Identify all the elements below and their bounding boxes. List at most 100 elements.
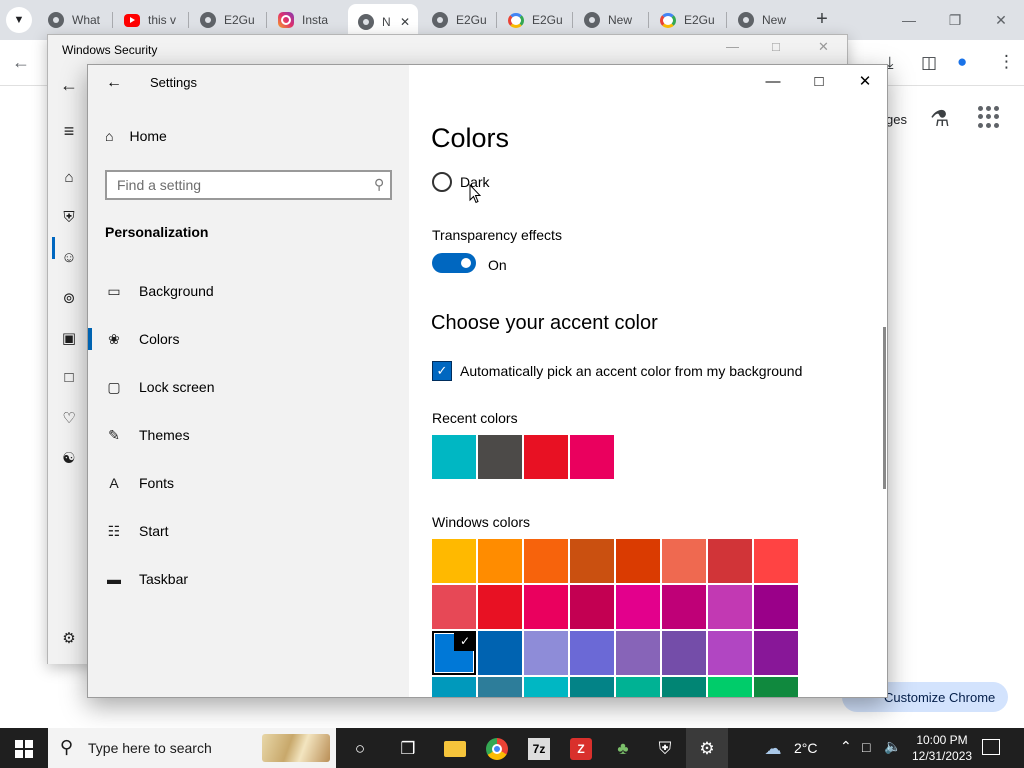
recent-color-swatch[interactable] bbox=[432, 435, 476, 479]
windows-color-swatch[interactable] bbox=[570, 585, 614, 629]
google-images-link[interactable]: ges bbox=[886, 112, 907, 127]
windows-color-swatch[interactable] bbox=[432, 585, 476, 629]
tray-chevron-up-icon[interactable]: ⌃ bbox=[840, 738, 852, 755]
windows-color-swatch[interactable] bbox=[524, 585, 568, 629]
7zip-icon[interactable]: 7z bbox=[528, 738, 550, 760]
windows-color-swatch[interactable] bbox=[616, 585, 660, 629]
content-scrollbar[interactable] bbox=[883, 327, 886, 489]
network-tray-icon[interactable]: □ bbox=[862, 739, 870, 755]
weather-temperature[interactable]: 2°C bbox=[794, 740, 818, 756]
browser-tab[interactable]: E2Gu bbox=[190, 5, 264, 35]
browser-tab[interactable]: E2Gu bbox=[422, 5, 494, 35]
profile-icon[interactable]: ● bbox=[957, 52, 967, 72]
settings-back-icon[interactable]: ← bbox=[106, 74, 122, 92]
auto-accent-checkbox[interactable]: ✓ bbox=[432, 361, 452, 381]
browser-tab[interactable]: Insta bbox=[268, 5, 344, 35]
dark-mode-radio[interactable] bbox=[432, 172, 452, 192]
nav-item-colors[interactable]: ❀ Colors bbox=[88, 317, 409, 361]
windows-color-swatch[interactable] bbox=[478, 539, 522, 583]
browser-tab[interactable]: New bbox=[574, 5, 646, 35]
hamburger-menu-icon[interactable]: ≡ bbox=[60, 121, 78, 142]
windows-color-swatch[interactable] bbox=[570, 631, 614, 675]
windows-color-swatch[interactable] bbox=[754, 585, 798, 629]
windows-color-swatch[interactable] bbox=[708, 677, 752, 697]
windows-color-swatch[interactable] bbox=[662, 631, 706, 675]
windows-color-swatch[interactable] bbox=[754, 677, 798, 697]
tab-search-chevron-icon[interactable]: ▼ bbox=[6, 7, 32, 33]
cortana-circle-icon[interactable]: ○ bbox=[349, 738, 371, 760]
auto-accent-label[interactable]: Automatically pick an accent color from … bbox=[460, 363, 802, 379]
windows-color-swatch[interactable] bbox=[616, 677, 660, 697]
windows-color-swatch[interactable] bbox=[478, 631, 522, 675]
windows-color-swatch[interactable] bbox=[524, 539, 568, 583]
windows-color-swatch[interactable]: ✓ bbox=[432, 631, 476, 675]
nav-home[interactable]: ⌂ Home bbox=[105, 128, 167, 144]
labs-flask-icon[interactable]: ⚗ bbox=[930, 106, 950, 132]
browser-tab[interactable]: E2Gu bbox=[650, 5, 724, 35]
family-options-icon[interactable]: ☯ bbox=[60, 449, 78, 467]
winsec-settings-gear-icon[interactable]: ⚙ bbox=[60, 629, 78, 647]
recent-color-swatch[interactable] bbox=[478, 435, 522, 479]
chrome-taskbar-icon[interactable] bbox=[486, 738, 508, 760]
recent-color-swatch[interactable] bbox=[524, 435, 568, 479]
windows-color-swatch[interactable] bbox=[570, 539, 614, 583]
transparency-toggle[interactable] bbox=[432, 253, 476, 273]
start-windows-icon[interactable] bbox=[15, 740, 33, 758]
windows-color-swatch[interactable] bbox=[662, 539, 706, 583]
winsec-close-icon[interactable]: ✕ bbox=[818, 39, 829, 55]
windows-color-swatch[interactable] bbox=[662, 677, 706, 697]
browser-tab[interactable]: What bbox=[38, 5, 110, 35]
browser-tab[interactable]: this v bbox=[114, 5, 186, 35]
nav-item-fonts[interactable]: A Fonts bbox=[88, 461, 409, 505]
app-browser-icon[interactable]: ▣ bbox=[60, 329, 78, 347]
windows-color-swatch[interactable] bbox=[570, 677, 614, 697]
windows-color-swatch[interactable] bbox=[754, 539, 798, 583]
chrome-minimize-icon[interactable]: — bbox=[894, 8, 924, 32]
windows-color-swatch[interactable] bbox=[708, 539, 752, 583]
chrome-restore-icon[interactable]: ❐ bbox=[940, 8, 970, 32]
chrome-back-icon[interactable]: ← bbox=[12, 52, 30, 73]
side-panel-icon[interactable]: ◫ bbox=[921, 53, 937, 73]
nav-item-start[interactable]: ☷ Start bbox=[88, 509, 409, 553]
nav-item-themes[interactable]: ✎ Themes bbox=[88, 413, 409, 457]
task-view-icon[interactable]: ❒ bbox=[397, 738, 419, 760]
browser-tab[interactable]: E2Gu bbox=[498, 5, 570, 35]
google-apps-icon[interactable] bbox=[978, 106, 1000, 128]
weather-cloud-icon[interactable]: ☁ bbox=[762, 738, 784, 760]
nav-item-background[interactable]: ▭ Background bbox=[88, 269, 409, 313]
windows-color-swatch[interactable] bbox=[478, 677, 522, 697]
windows-color-swatch[interactable] bbox=[524, 677, 568, 697]
recent-color-swatch[interactable] bbox=[570, 435, 614, 479]
windows-color-swatch[interactable] bbox=[616, 631, 660, 675]
chrome-menu-icon[interactable]: ⋮ bbox=[998, 52, 1015, 72]
find-setting-input[interactable]: Find a setting ⚲ bbox=[105, 170, 392, 200]
device-security-icon[interactable]: □ bbox=[60, 369, 78, 386]
nav-item-lock-screen[interactable]: ▢ Lock screen bbox=[88, 365, 409, 409]
browser-tab[interactable]: New bbox=[728, 5, 802, 35]
chrome-close-icon[interactable]: ✕ bbox=[986, 8, 1016, 32]
windows-color-swatch[interactable] bbox=[616, 539, 660, 583]
windows-color-swatch[interactable] bbox=[708, 585, 752, 629]
windows-security-taskbar-icon[interactable]: ⛨ bbox=[654, 738, 676, 760]
shield-icon[interactable]: ⛨ bbox=[60, 209, 78, 226]
home-icon[interactable]: ⌂ bbox=[60, 169, 78, 186]
windows-color-swatch[interactable] bbox=[432, 677, 476, 697]
windows-color-swatch[interactable] bbox=[708, 631, 752, 675]
taskbar-search-box[interactable]: ⚲ Type here to search bbox=[48, 728, 336, 768]
windows-color-swatch[interactable] bbox=[754, 631, 798, 675]
account-icon[interactable]: ☺ bbox=[60, 249, 78, 266]
new-tab-button[interactable]: + bbox=[810, 8, 834, 32]
tab-close-icon[interactable]: ✕ bbox=[400, 15, 410, 29]
game-app-icon[interactable]: ♣ bbox=[612, 738, 634, 760]
winsec-maximize-icon[interactable]: □ bbox=[772, 39, 780, 54]
red-app-icon[interactable]: Z bbox=[570, 738, 592, 760]
windows-color-swatch[interactable] bbox=[524, 631, 568, 675]
winsec-back-icon[interactable]: ← bbox=[60, 75, 78, 96]
file-explorer-icon[interactable] bbox=[444, 741, 466, 757]
notification-center-icon[interactable] bbox=[982, 739, 1000, 755]
winsec-minimize-icon[interactable]: — bbox=[726, 39, 739, 54]
nav-item-taskbar[interactable]: ▬ Taskbar bbox=[88, 557, 409, 601]
windows-color-swatch[interactable] bbox=[478, 585, 522, 629]
settings-gear-taskbar-icon[interactable]: ⚙ bbox=[696, 738, 718, 760]
windows-color-swatch[interactable] bbox=[662, 585, 706, 629]
